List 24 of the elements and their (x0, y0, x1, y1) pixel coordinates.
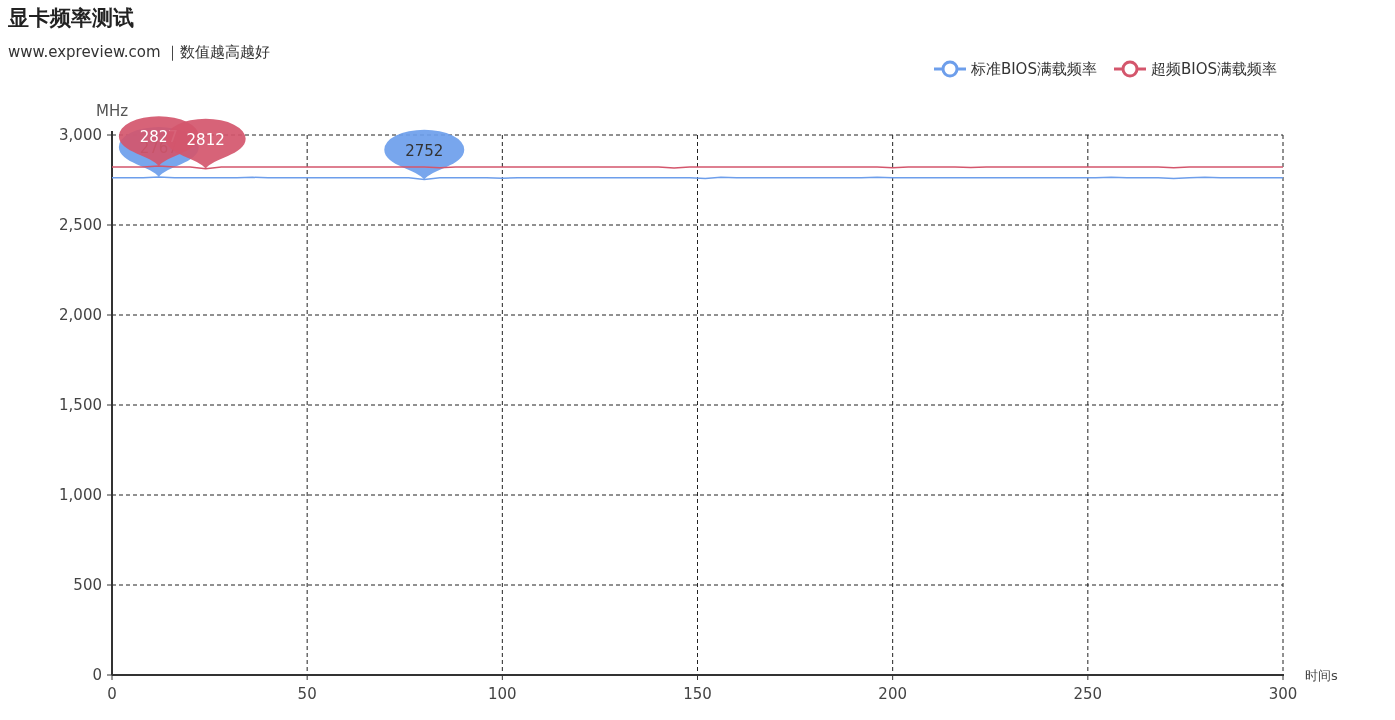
x-tick-label: 0 (107, 685, 117, 703)
x-tick-label: 250 (1073, 685, 1103, 703)
y-tick-label: 1,000 (59, 486, 102, 504)
y-tick-label: 1,500 (59, 396, 102, 414)
x-tick-label: 100 (488, 685, 517, 703)
chart-subtitle: www.expreview.com ｜数值越高越好 (8, 42, 271, 63)
y-tick-label: 500 (73, 576, 102, 594)
x-tick-label: 300 (1268, 685, 1298, 703)
y-tick-label: 0 (92, 666, 102, 684)
x-tick-label: 200 (878, 685, 907, 703)
legend-line-icon[interactable] (1112, 60, 1147, 78)
x-tick-label: 50 (297, 685, 317, 703)
x-axis-title: 时间s (1305, 668, 1338, 683)
y-tick-label: 2,000 (59, 306, 102, 324)
chart-title: 显卡频率测试 (7, 5, 135, 32)
legend-label[interactable]: 标准BIOS满载频率 (970, 58, 1097, 80)
pin-label: 2812 (186, 130, 225, 149)
y-axis-title: MHz (95, 102, 129, 120)
legend-line-icon[interactable] (932, 60, 967, 78)
pin-label: 2752 (405, 141, 444, 160)
x-tick-label: 150 (683, 685, 712, 703)
y-tick-label: 2,500 (59, 216, 102, 234)
y-tick-label: 3,000 (59, 126, 102, 144)
legend-label[interactable]: 超频BIOS满载频率 (1150, 58, 1277, 80)
